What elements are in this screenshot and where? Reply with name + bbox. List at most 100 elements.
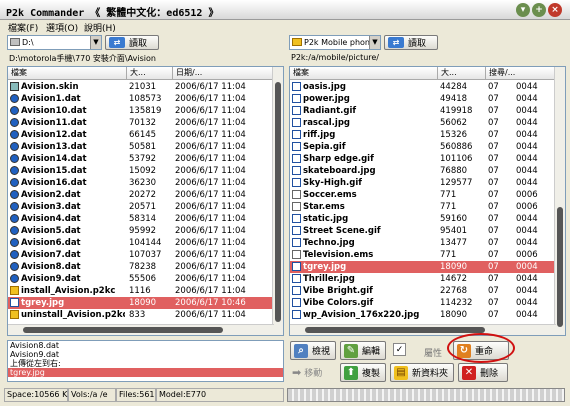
view-button[interactable]: ⌕ 檢視 [290,341,336,360]
right-drive-select[interactable]: P2k Mobile phone ▼ [289,35,381,50]
file-row[interactable]: power.jpg 49418 07 0044 [290,93,556,105]
status-space: Space:10566 Kb [4,388,72,402]
file-row[interactable]: tgrey.jpg 18090 07 0004 [290,261,556,273]
column-header-size[interactable]: 大... [127,67,173,80]
file-row[interactable]: Avision11.dat 70132 2006/6/17 11:04 [8,117,274,129]
attribute-checkbox[interactable]: ✓ [393,343,406,356]
file-row[interactable]: Avision8.dat 78238 2006/6/17 11:04 [8,261,274,273]
cell-name: wp_Avision_176x220.jpg [303,310,420,320]
title-bar: P2k Commander 《 繁體中文化：ed6512 》 ▾ + × [0,0,570,20]
file-row[interactable]: Avision10.dat 135819 2006/6/17 11:04 [8,105,274,117]
cell-name: Vibe Colors.gif [303,298,374,308]
file-row[interactable]: Avision13.dat 50581 2006/6/17 11:04 [8,141,274,153]
move-button[interactable]: ➡ 移動 [292,364,336,381]
file-row[interactable]: Star.ems 771 07 0006 [290,201,556,213]
file-row[interactable]: Avision16.dat 36230 2006/6/17 11:04 [8,177,274,189]
file-row[interactable]: Techno.jpg 13477 07 0044 [290,237,556,249]
right-read-button[interactable]: ⇄ 讀取 [384,35,438,50]
package-file-icon [10,286,19,295]
file-row[interactable]: Vibe Colors.gif 114232 07 0044 [290,297,556,309]
cell-size: 70132 [129,118,157,128]
menu-help[interactable]: 說明(H) [84,21,116,34]
file-row[interactable]: install_Avision.p2kc 1116 2006/6/17 11:04 [8,285,274,297]
left-drive-select[interactable]: D:\ ▼ [7,35,102,50]
cell-name: Avision3.dat [21,202,81,212]
file-row[interactable]: Avision4.dat 58314 2006/6/17 11:04 [8,213,274,225]
cell-size: 14672 [440,274,468,284]
file-row[interactable]: Avision9.dat 55506 2006/6/17 11:04 [8,273,274,285]
left-read-button[interactable]: ⇄ 讀取 [105,35,159,50]
file-row[interactable]: uninstall_Avision.p2kc 833 2006/6/17 11:04 [8,309,274,321]
file-row[interactable]: Avision15.dat 15092 2006/6/17 11:04 [8,165,274,177]
file-row[interactable]: Soccer.ems 771 07 0006 [290,189,556,201]
cell-size: 107037 [129,250,162,260]
file-row[interactable]: Sepia.gif 560886 07 0044 [290,141,556,153]
file-row[interactable]: Vibe Bright.gif 22768 07 0044 [290,285,556,297]
cell-name: Sepia.gif [303,142,346,152]
menu-options[interactable]: 選項(O) [46,21,78,34]
edit-button[interactable]: ✎ 編輯 [340,341,386,360]
file-row[interactable]: Avision5.dat 95992 2006/6/17 11:04 [8,225,274,237]
skin-file-icon [10,82,19,91]
scroll-thumb[interactable] [275,82,281,322]
file-row[interactable]: Sky-High.gif 129577 07 0044 [290,177,556,189]
minimize-button[interactable]: ▾ [516,3,530,17]
menu-file[interactable]: 檔案(F) [8,21,38,34]
file-row[interactable]: riff.jpg 15326 07 0044 [290,129,556,141]
file-row[interactable]: Street Scene.gif 95401 07 0044 [290,225,556,237]
maximize-button[interactable]: + [532,3,546,17]
file-row[interactable]: Avision3.dat 20571 2006/6/17 11:04 [8,201,274,213]
delete-icon: ✕ [462,365,476,380]
left-vertical-scrollbar[interactable] [272,67,283,335]
dat-file-icon [10,166,19,175]
scroll-thumb[interactable] [23,327,223,333]
file-row[interactable]: Avision7.dat 107037 2006/6/17 11:04 [8,249,274,261]
column-header-date[interactable]: 日期/... [173,67,274,80]
file-row[interactable]: Avision.skin 21031 2006/6/17 11:04 [8,81,274,93]
file-row[interactable]: Avision6.dat 104144 2006/6/17 11:04 [8,237,274,249]
cell-size: 95992 [129,226,157,236]
cell-name: Avision12.dat [21,130,87,140]
file-row[interactable]: Avision1.dat 108573 2006/6/17 11:04 [8,93,274,105]
file-row[interactable]: Sharp edge.gif 101106 07 0044 [290,153,556,165]
cell-size: 50581 [129,142,157,152]
right-horizontal-scrollbar[interactable] [290,324,556,335]
column-header-attr[interactable]: 搜尋/... [486,67,556,80]
right-path: P2k:/a/mobile/picture/ [291,53,379,62]
copy-button[interactable]: ⬆ 複製 [340,363,386,382]
file-row[interactable]: Television.ems 771 07 0006 [290,249,556,261]
column-header-size[interactable]: 大... [438,67,486,80]
cell-date: 2006/6/17 11:04 [175,262,246,272]
new-folder-button[interactable]: ▤ 新資料夾 [390,363,454,382]
file-row[interactable]: oasis.jpg 44284 07 0044 [290,81,556,93]
file-row[interactable]: skateboard.jpg 76880 07 0044 [290,165,556,177]
right-vertical-scrollbar[interactable] [554,67,565,335]
cell-date: 2006/6/17 11:04 [175,178,246,188]
file-row[interactable]: Avision14.dat 53792 2006/6/17 11:04 [8,153,274,165]
file-row[interactable]: Thriller.jpg 14672 07 0044 [290,273,556,285]
right-file-list[interactable]: 檔案 大... 搜尋/... oasis.jpg 44284 07 0044 power… [289,66,566,336]
scroll-thumb[interactable] [557,207,563,327]
file-row[interactable]: wp_Avision_176x220.jpg 18090 07 0044 [290,309,556,321]
file-row[interactable]: Radiant.gif 419918 07 0044 [290,105,556,117]
close-button[interactable]: × [548,3,562,17]
delete-button[interactable]: ✕ 刪除 [458,363,508,382]
cell-size: 22768 [440,286,468,296]
column-header-name[interactable]: 檔案 [290,67,438,80]
cell-name: Techno.jpg [303,238,355,248]
file-row[interactable]: Avision2.dat 20272 2006/6/17 11:04 [8,189,274,201]
left-horizontal-scrollbar[interactable] [8,324,274,335]
column-header-name[interactable]: 檔案 [8,67,127,80]
file-row[interactable]: Avision12.dat 66145 2006/6/17 11:04 [8,129,274,141]
file-row[interactable]: rascal.jpg 56062 07 0044 [290,117,556,129]
scroll-thumb[interactable] [305,327,485,333]
cell-name: install_Avision.p2kc [21,286,116,296]
file-row[interactable]: tgrey.jpg 18090 2006/6/17 10:46 [8,297,274,309]
chevron-down-icon[interactable]: ▼ [369,36,380,49]
cell-name: oasis.jpg [303,82,346,92]
image-file-icon [292,154,301,163]
file-row[interactable]: static.jpg 59160 07 0044 [290,213,556,225]
left-file-list[interactable]: 檔案 大... 日期/... Avision.skin 21031 2006/6/1… [7,66,284,336]
dat-file-icon [10,106,19,115]
chevron-down-icon[interactable]: ▼ [90,36,101,49]
